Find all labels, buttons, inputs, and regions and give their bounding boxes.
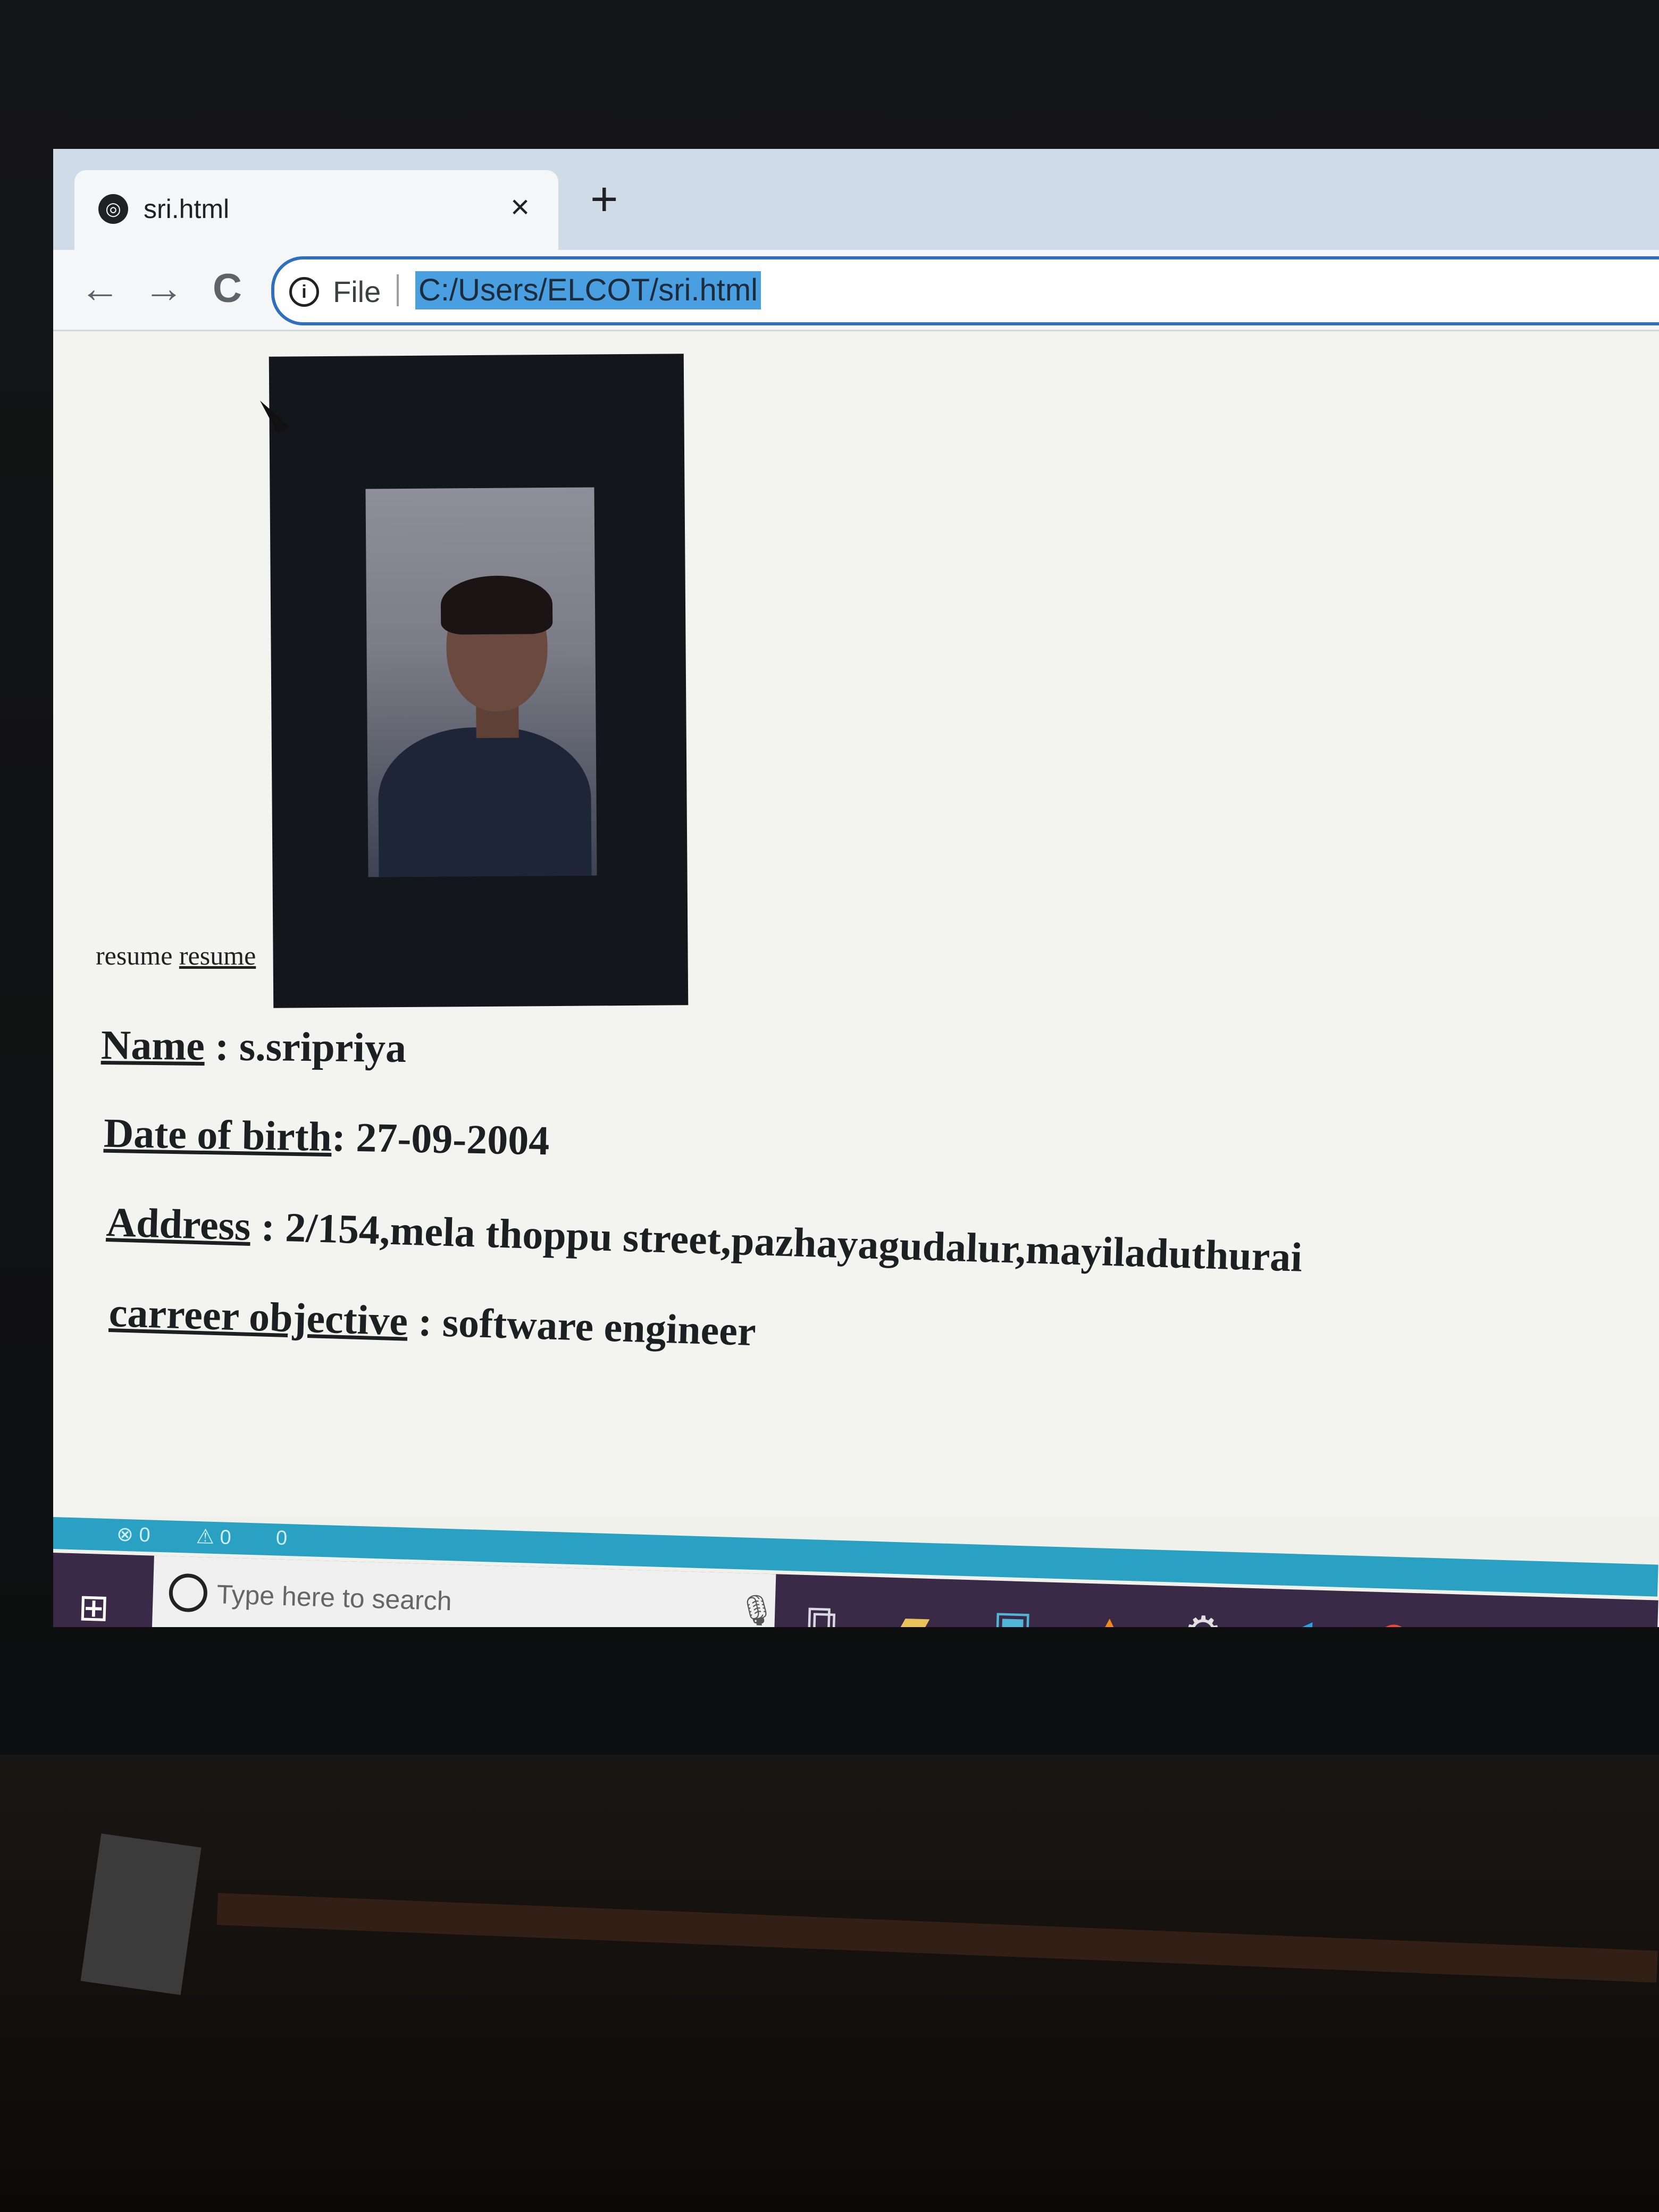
dob-field: Date of birth: 27-09-2004 [103,1109,550,1165]
dob-label: Date of birth [103,1109,332,1160]
screen: ◎ sri.html × + ← → C i File C:/Users/ELC… [53,149,1659,1627]
file-explorer-icon[interactable]: ▰ [896,1599,930,1627]
windows-start-icon[interactable]: ⊞ [78,1585,110,1627]
chrome-icon[interactable]: ◉ [1375,1613,1413,1627]
network-icon[interactable]: ▣ [992,1602,1033,1627]
task-view-icon[interactable]: ⧉ [806,1596,838,1627]
objective-field: carreer objective : software engineer [108,1288,757,1355]
name-field: Name : s.sripriya [101,1021,407,1072]
ports-count[interactable]: 0 [275,1527,287,1550]
page-content: resume resume Name : s.sripriya Date of … [53,331,1659,1517]
objective-value: : software engineer [407,1297,757,1355]
photo-image [365,487,597,877]
address-label: Address [105,1199,252,1250]
microphone-icon[interactable]: 🎙 [737,1592,776,1627]
desk-object [80,1833,202,1995]
resume-row: resume resume [96,940,256,971]
resume-text: resume [96,941,173,970]
info-icon[interactable]: i [289,277,319,307]
vlc-icon[interactable]: ▲ [1087,1605,1131,1627]
desk [0,1755,1659,2212]
globe-icon: ◎ [98,194,128,224]
address-field: Address : 2/154,mela thoppu street,pazha… [106,1198,1303,1281]
warnings-count[interactable]: ⚠ 0 [196,1524,231,1549]
search-placeholder: Type here to search [216,1579,453,1616]
forward-button[interactable]: → [144,265,184,313]
back-button[interactable]: ← [80,265,120,313]
dob-value: : 27-09-2004 [331,1113,550,1164]
tab-sri-html[interactable]: ◎ sri.html × [74,170,558,250]
close-icon[interactable]: × [510,188,530,226]
browser-toolbar: ← → C i File C:/Users/ELCOT/sri.html [53,250,1659,331]
tab-title: sri.html [144,194,230,224]
address-value: : 2/154,mela thoppu street,pazhayagudalu… [250,1203,1303,1280]
objective-label: carreer objective [108,1289,409,1344]
profile-photo [269,354,689,1008]
errors-count[interactable]: ⊗ 0 [116,1522,150,1547]
name-label: Name [100,1021,205,1069]
new-tab-button[interactable]: + [590,175,618,223]
tab-strip: ◎ sri.html × + [53,149,1659,250]
vscode-icon[interactable]: ◀ [1279,1611,1313,1627]
resume-link[interactable]: resume [179,941,256,970]
name-value: : s.sripriya [204,1023,407,1071]
file-scheme-label: File [333,275,381,308]
divider [397,274,399,306]
cortana-icon [168,1573,208,1613]
address-bar[interactable]: i File C:/Users/ELCOT/sri.html [271,256,1659,325]
reload-button[interactable]: C [213,265,242,313]
settings-icon[interactable]: ⚙ [1183,1607,1222,1627]
url-text[interactable]: C:/Users/ELCOT/sri.html [415,271,761,309]
